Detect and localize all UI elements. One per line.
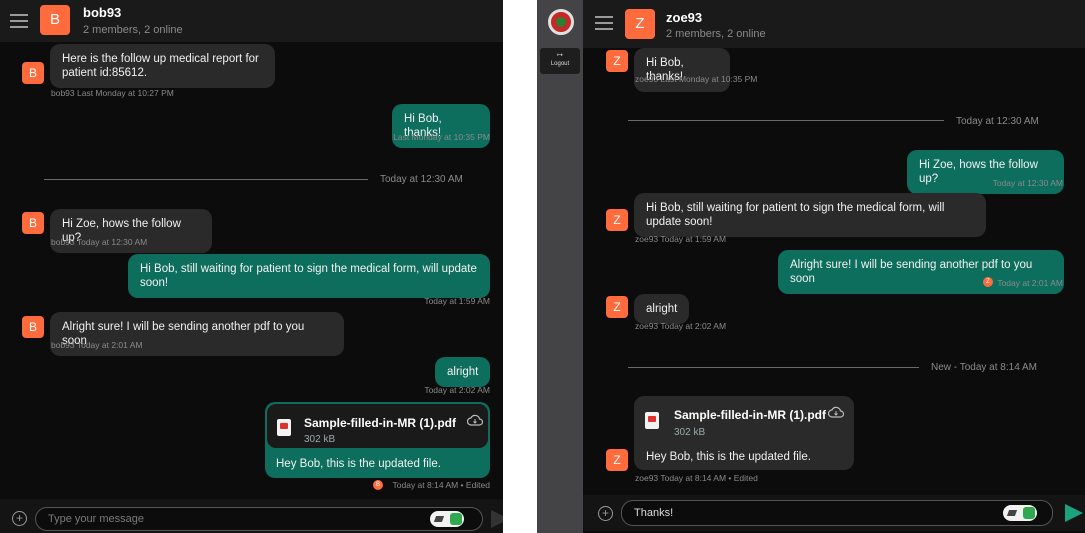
avatar: B — [40, 5, 70, 35]
message-bubble: Hi Bob, still waiting for patient to sig… — [634, 193, 986, 237]
chat-window-zoe: ↦ Logout Z zoe93 2 members, 2 online Z Hi… — [537, 0, 1085, 533]
avatar: Z — [606, 449, 628, 471]
message-meta: Today at 2:02 AM — [424, 385, 490, 395]
avatar: B — [22, 212, 44, 234]
message-composer: + — [583, 495, 1085, 531]
chat-subtitle: 2 members, 2 online — [83, 24, 183, 36]
chat-header: B bob93 2 members, 2 online — [0, 0, 503, 42]
date-divider-label: Today at 12:30 AM — [956, 116, 1039, 127]
download-icon[interactable] — [467, 414, 483, 426]
add-attachment-icon[interactable]: + — [598, 506, 613, 521]
menu-icon[interactable] — [595, 16, 613, 30]
file-name[interactable]: Sample-filled-in-MR (1).pdf — [304, 416, 456, 430]
file-message: Sample-filled-in-MR (1).pdf 302 kB Hey B… — [634, 396, 854, 470]
date-divider-label: Today at 12:30 AM — [380, 174, 463, 185]
app-logo — [548, 9, 574, 35]
app-sidebar: ↦ Logout — [537, 0, 583, 533]
file-size: 302 kB — [304, 434, 336, 445]
file-size: 302 kB — [674, 427, 706, 438]
message-meta: zoe93 Today at 2:02 AM — [635, 321, 727, 331]
chat-title: zoe93 — [666, 10, 703, 25]
emoji-toggle-icon[interactable] — [430, 511, 464, 527]
chat-window-bob: B bob93 2 members, 2 online B Here is th… — [0, 0, 503, 533]
message-input[interactable] — [621, 500, 1053, 526]
avatar: Z — [606, 209, 628, 231]
send-icon[interactable] — [1065, 504, 1083, 522]
chat-header: Z zoe93 2 members, 2 online — [583, 0, 1085, 42]
send-icon[interactable] — [491, 510, 503, 528]
new-messages-label: New - Today at 8:14 AM — [931, 362, 1037, 373]
pdf-icon — [645, 412, 659, 429]
message-meta: bob93 Last Monday at 10:27 PM — [51, 88, 174, 98]
message-bubble: Here is the follow up medical report for… — [50, 44, 275, 88]
avatar: B — [22, 62, 44, 84]
message-meta: Today at 1:59 AM — [424, 296, 490, 306]
file-caption: Hey Bob, this is the updated file. — [276, 458, 441, 470]
message-meta: Last Monday at 10:35 PM — [393, 132, 490, 142]
message-meta: zoe93 Today at 1:59 AM — [635, 234, 727, 244]
avatar: Z — [606, 296, 628, 318]
avatar: Z — [606, 50, 628, 72]
read-receipt-avatar: B — [373, 480, 383, 490]
avatar: Z — [625, 9, 655, 39]
logout-icon: ↦ — [557, 52, 563, 59]
message-composer: + — [0, 499, 503, 533]
message-bubble: Hi Bob, thanks! — [634, 48, 730, 92]
message-bubble: alright — [634, 294, 689, 324]
date-divider — [44, 179, 368, 180]
logout-button[interactable]: ↦ Logout — [540, 48, 580, 74]
avatar: B — [22, 316, 44, 338]
chat-title: bob93 — [83, 5, 122, 20]
message-input[interactable] — [35, 507, 483, 531]
message-meta: bob93 Today at 2:01 AM — [51, 340, 143, 350]
message-meta: zoe93 Today at 8:14 AM • Edited — [635, 473, 758, 483]
message-meta: Today at 12:30 AM — [992, 178, 1063, 188]
message-bubble: Hi Bob, still waiting for patient to sig… — [128, 254, 490, 298]
pdf-icon — [277, 419, 291, 436]
file-message: Sample-filled-in-MR (1).pdf 302 kB Hey B… — [265, 402, 490, 478]
read-receipt-avatar: Z — [983, 277, 993, 287]
message-meta: Today at 2:01 AM — [997, 278, 1063, 288]
menu-icon[interactable] — [10, 14, 28, 28]
message-meta: zoe93 Last Monday at 10:35 PM — [635, 74, 758, 84]
emoji-toggle-icon[interactable] — [1003, 505, 1037, 521]
file-name[interactable]: Sample-filled-in-MR (1).pdf — [674, 408, 826, 422]
download-icon[interactable] — [828, 406, 844, 418]
chat-subtitle: 2 members, 2 online — [666, 28, 766, 40]
add-attachment-icon[interactable]: + — [12, 511, 27, 526]
file-attachment[interactable]: Sample-filled-in-MR (1).pdf 302 kB — [634, 396, 854, 442]
file-caption: Hey Bob, this is the updated file. — [646, 451, 811, 463]
message-meta: bob93 Today at 12:30 AM — [51, 237, 148, 247]
message-bubble: alright — [435, 357, 490, 387]
message-meta: Today at 8:14 AM • Edited — [392, 480, 490, 490]
date-divider — [628, 120, 944, 121]
new-messages-divider — [628, 367, 919, 368]
file-attachment[interactable]: Sample-filled-in-MR (1).pdf 302 kB — [267, 404, 488, 448]
